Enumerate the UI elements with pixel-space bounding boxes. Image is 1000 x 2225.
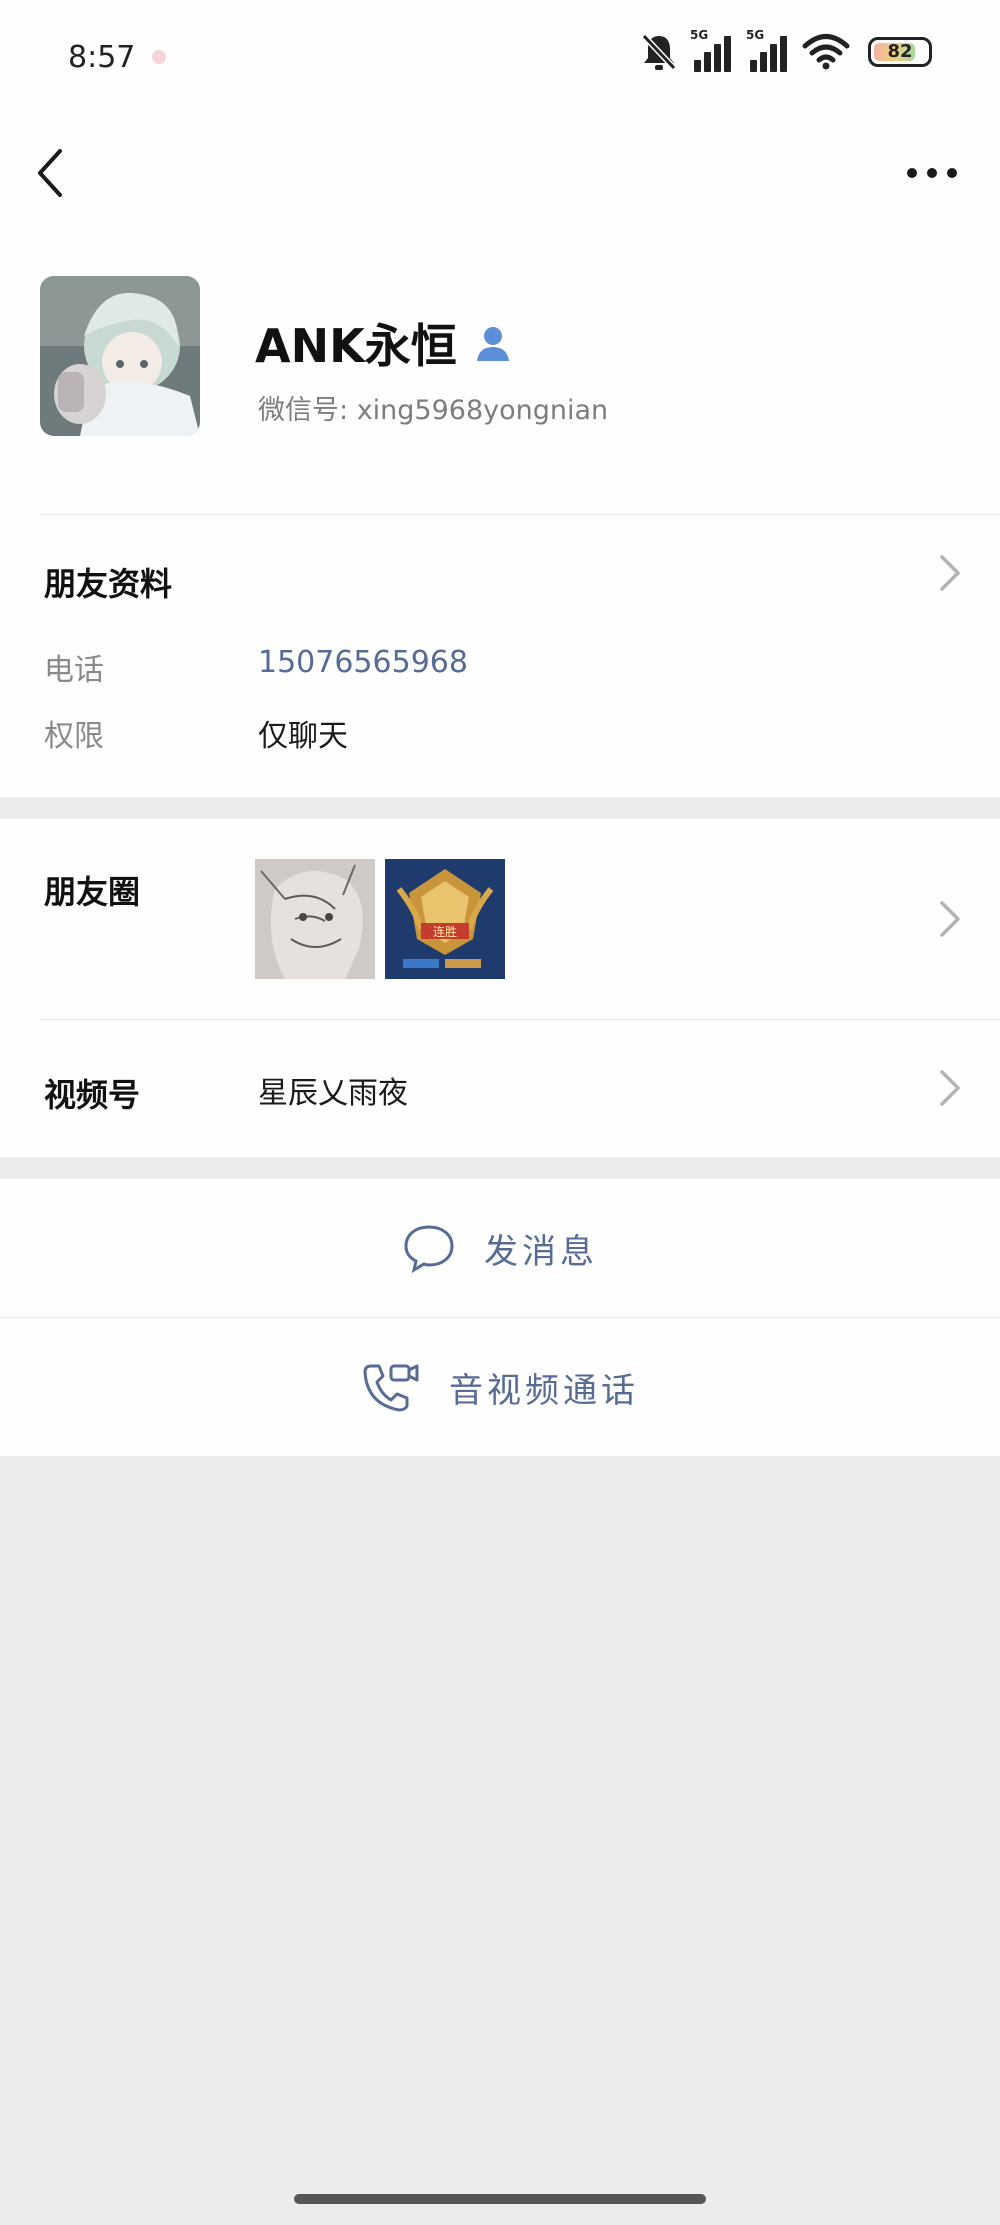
battery-icon: 82 (868, 37, 932, 67)
chevron-right-icon (940, 555, 960, 591)
moments-label: 朋友圈 (44, 873, 141, 911)
status-bar: 8:57 5G 5G 82 (0, 0, 1000, 115)
page-header-area: 8:57 5G 5G 82 ANK永恒 微信号: xing5968yongnia… (0, 0, 1000, 797)
phone-label: 电话 (44, 653, 104, 688)
section-gap (0, 797, 1000, 819)
battery-level: 82 (887, 41, 913, 62)
wechat-id: xing5968yongnian (356, 395, 609, 426)
video-call-button[interactable]: 音视频通话 (0, 1318, 1000, 1456)
channels-label: 视频号 (44, 1076, 141, 1114)
signal-icon: 5G (746, 28, 790, 72)
bell-off-icon (641, 33, 677, 71)
nav-bar (0, 115, 1000, 230)
social-section: 朋友圈 连胜 视频号 星辰乂雨夜 (0, 819, 1000, 1157)
signal-icon: 5G (690, 28, 734, 72)
person-icon (476, 327, 509, 361)
send-message-button[interactable]: 发消息 (0, 1179, 1000, 1317)
video-call-label: 音视频通话 (449, 1370, 639, 1411)
section-gap (0, 1157, 1000, 1179)
channels-value: 星辰乂雨夜 (258, 1076, 408, 1111)
moments-thumbnail-1 (255, 859, 375, 979)
network-type-1: 5G (690, 28, 709, 42)
channels-row[interactable]: 视频号 星辰乂雨夜 (0, 1020, 1000, 1157)
status-time: 8:57 (68, 40, 136, 75)
nickname: ANK永恒 (255, 319, 457, 373)
chevron-right-icon (940, 901, 960, 937)
chevron-right-icon (940, 1070, 960, 1106)
wechat-id-row: 微信号: xing5968yongnian (258, 388, 608, 427)
wechat-id-label: 微信号: (258, 395, 349, 426)
profile-card: ANK永恒 微信号: xing5968yongnian (0, 230, 1000, 515)
permission-value: 仅聊天 (258, 719, 348, 754)
home-indicator[interactable] (294, 2194, 706, 2204)
friend-info-section[interactable]: 朋友资料 电话 15076565968 权限 仅聊天 (0, 515, 1000, 797)
status-icons: 5G 5G 82 (640, 28, 932, 72)
notification-dot (152, 50, 166, 64)
more-dots-icon[interactable] (904, 155, 960, 191)
phone-value[interactable]: 15076565968 (258, 645, 468, 680)
avatar[interactable] (40, 276, 200, 436)
friend-info-title: 朋友资料 (44, 565, 173, 603)
wifi-icon (802, 34, 850, 70)
video-call-icon (363, 1364, 419, 1412)
send-message-label: 发消息 (484, 1231, 598, 1272)
chevron-left-icon[interactable] (28, 145, 72, 201)
moments-row[interactable]: 朋友圈 连胜 (0, 819, 1000, 1019)
chat-bubble-icon (404, 1225, 454, 1273)
network-type-2: 5G (746, 28, 765, 42)
permission-label: 权限 (44, 719, 104, 754)
thumbnail-banner-text: 连胜 (433, 924, 457, 939)
profile-nickname-row: ANK永恒 (255, 310, 513, 376)
moments-thumbnail-2: 连胜 (385, 859, 505, 979)
